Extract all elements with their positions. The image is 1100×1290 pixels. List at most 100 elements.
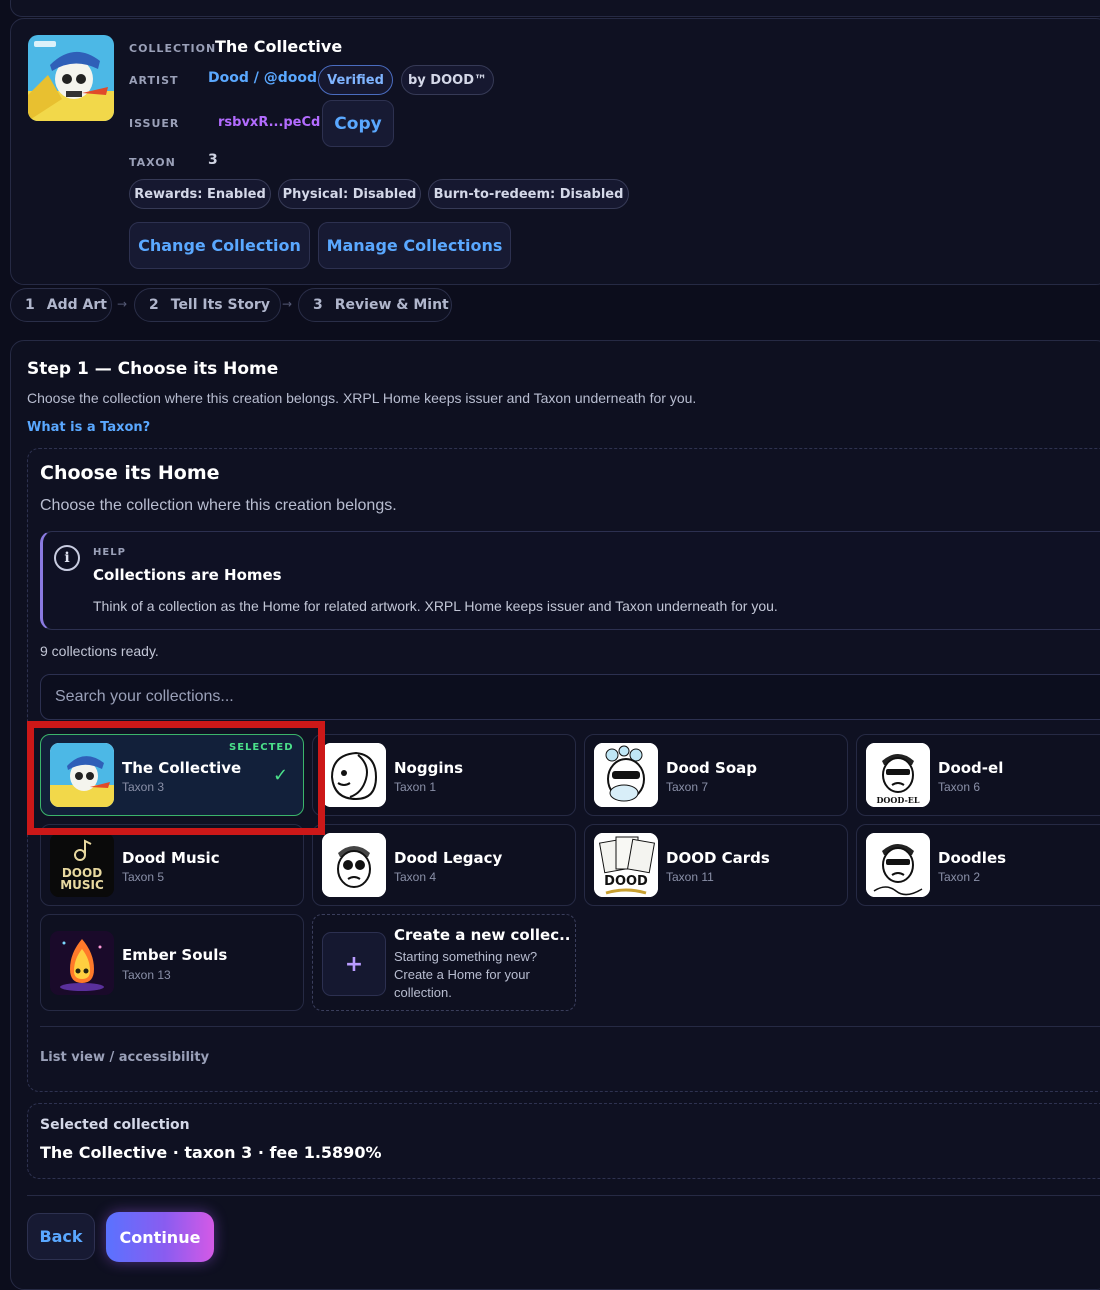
step-arrow-icon: → — [282, 297, 293, 311]
selected-badge: SELECTED — [229, 742, 294, 753]
collection-tile-dood-music[interactable]: DOOD MUSIC Dood Music Taxon 5 — [40, 824, 304, 906]
noggin-face-icon — [322, 743, 386, 807]
tile-thumbnail — [50, 743, 114, 807]
music-art-text-line2: MUSIC — [60, 878, 104, 892]
taxon-value: 3 — [208, 152, 218, 168]
soap-face-icon — [594, 743, 658, 807]
continue-button[interactable]: Continue — [106, 1212, 214, 1262]
step-review-mint[interactable]: 3 Review & Mint — [298, 288, 452, 322]
new-collection-desc: Starting something new? Create a Home fo… — [394, 949, 538, 1000]
skull-art-icon — [50, 743, 114, 807]
dood-el-face-icon: DOOD-EL — [866, 743, 930, 807]
collection-thumbnail — [28, 35, 114, 121]
tile-thumbnail — [322, 833, 386, 897]
back-button[interactable]: Back — [27, 1213, 95, 1260]
selected-collection-summary: The Collective · taxon 3 · fee 1.5890% — [40, 1143, 382, 1162]
collection-tile-dood-cards[interactable]: DOOD DOOD Cards Taxon 11 — [584, 824, 848, 906]
tile-name: Doodles — [938, 849, 1007, 867]
tile-thumbnail — [322, 743, 386, 807]
step-number: 3 — [313, 297, 323, 313]
tile-thumbnail — [866, 833, 930, 897]
change-collection-button[interactable]: Change Collection — [129, 222, 310, 269]
step-title: Step 1 — Choose its Home — [27, 359, 279, 379]
selected-collection-label: Selected collection — [40, 1117, 190, 1133]
top-section-edge — [10, 0, 1100, 17]
tile-taxon: Taxon 2 — [938, 870, 981, 884]
dood-el-art-text: DOOD-EL — [876, 795, 919, 805]
home-subtitle: Choose the collection where this creatio… — [40, 497, 397, 514]
step-label: Review & Mint — [334, 297, 449, 313]
tile-name: Noggins — [394, 759, 464, 777]
collection-name: The Collective — [215, 37, 343, 56]
tile-thumbnail — [594, 743, 658, 807]
create-new-collection-tile[interactable]: + Create a new collec... Starting someth… — [312, 914, 576, 1011]
tile-taxon: Taxon 13 — [122, 968, 171, 982]
selected-collection-box — [27, 1103, 1100, 1179]
collection-tile-noggins[interactable]: Noggins Taxon 1 — [312, 734, 576, 816]
tile-name: Dood Music — [122, 849, 220, 867]
step-tell-its-story[interactable]: 2 Tell Its Story — [134, 288, 281, 322]
collection-tile-dood-legacy[interactable]: Dood Legacy Taxon 4 — [312, 824, 576, 906]
what-is-taxon-link[interactable]: What is a Taxon? — [27, 420, 150, 435]
burn-to-redeem-badge: Burn-to-redeem: Disabled — [428, 179, 629, 209]
plus-icon: + — [322, 932, 386, 996]
taxon-label: TAXON — [129, 156, 176, 169]
help-title: Collections are Homes — [93, 566, 282, 584]
step-add-art[interactable]: 1 Add Art — [10, 288, 112, 322]
skull-art-icon — [28, 35, 114, 121]
tile-name: Dood-el — [938, 759, 1004, 777]
tile-thumbnail: DOOD MUSIC — [50, 833, 114, 897]
tile-name: The Collective — [122, 759, 242, 777]
help-label: HELP — [93, 547, 126, 558]
artist-link[interactable]: Dood / @dood — [208, 70, 317, 86]
artist-label: ARTIST — [129, 74, 179, 87]
tile-name: Dood Soap — [666, 759, 757, 777]
collection-tile-doodles[interactable]: Doodles Taxon 2 — [856, 824, 1100, 906]
checkmark-icon: ✓ — [273, 765, 289, 786]
step-description: Choose the collection where this creatio… — [27, 390, 697, 406]
step-number: 1 — [25, 297, 35, 313]
doodles-face-icon — [866, 833, 930, 897]
rewards-badge: Rewards: Enabled — [129, 179, 271, 209]
tile-taxon: Taxon 6 — [938, 780, 981, 794]
manage-collections-button[interactable]: Manage Collections — [318, 222, 511, 269]
tile-taxon: Taxon 5 — [122, 870, 165, 884]
tile-thumbnail: DOOD-EL — [866, 743, 930, 807]
cards-art-text: DOOD — [604, 874, 648, 889]
copy-button[interactable]: Copy — [322, 100, 394, 147]
step-arrow-icon: → — [117, 297, 128, 311]
cards-icon: DOOD — [594, 833, 658, 897]
help-text: Think of a collection as the Home for re… — [93, 598, 778, 614]
divider — [40, 1026, 1100, 1027]
collection-tile-dood-el[interactable]: DOOD-EL Dood-el Taxon 6 — [856, 734, 1100, 816]
music-note-icon: DOOD MUSIC — [50, 833, 114, 897]
list-view-link[interactable]: List view / accessibility — [40, 1050, 209, 1065]
ember-soul-icon — [50, 931, 114, 995]
tile-thumbnail — [50, 931, 114, 995]
tile-taxon: Taxon 1 — [394, 780, 437, 794]
collection-tile-the-collective[interactable]: SELECTED The Collective Taxon 3 ✓ — [40, 734, 304, 816]
info-icon: i — [54, 545, 80, 571]
search-collections-input[interactable] — [40, 674, 1100, 720]
step-label: Add Art — [46, 297, 107, 313]
home-title: Choose its Home — [40, 462, 220, 484]
verified-badge: Verified — [318, 65, 393, 95]
tile-name: DOOD Cards — [666, 849, 770, 867]
tile-name: Ember Souls — [122, 946, 228, 964]
physical-badge: Physical: Disabled — [278, 179, 421, 209]
tile-name: Dood Legacy — [394, 849, 503, 867]
tile-taxon: Taxon 11 — [666, 870, 714, 884]
collection-tile-ember-souls[interactable]: Ember Souls Taxon 13 — [40, 914, 304, 1011]
new-collection-title: Create a new collec... — [394, 926, 570, 944]
tile-taxon: Taxon 4 — [394, 870, 437, 884]
by-dood-badge: by DOOD™ — [401, 65, 494, 95]
collection-tile-dood-soap[interactable]: Dood Soap Taxon 7 — [584, 734, 848, 816]
tile-thumbnail: DOOD — [594, 833, 658, 897]
legacy-face-icon — [322, 833, 386, 897]
step-number: 2 — [149, 297, 159, 313]
tile-taxon: Taxon 7 — [666, 780, 709, 794]
tile-taxon: Taxon 3 — [122, 780, 165, 794]
collection-label: COLLECTION — [129, 42, 217, 55]
divider — [27, 1195, 1100, 1196]
issuer-address: rsbvxR...peCd — [218, 115, 321, 130]
